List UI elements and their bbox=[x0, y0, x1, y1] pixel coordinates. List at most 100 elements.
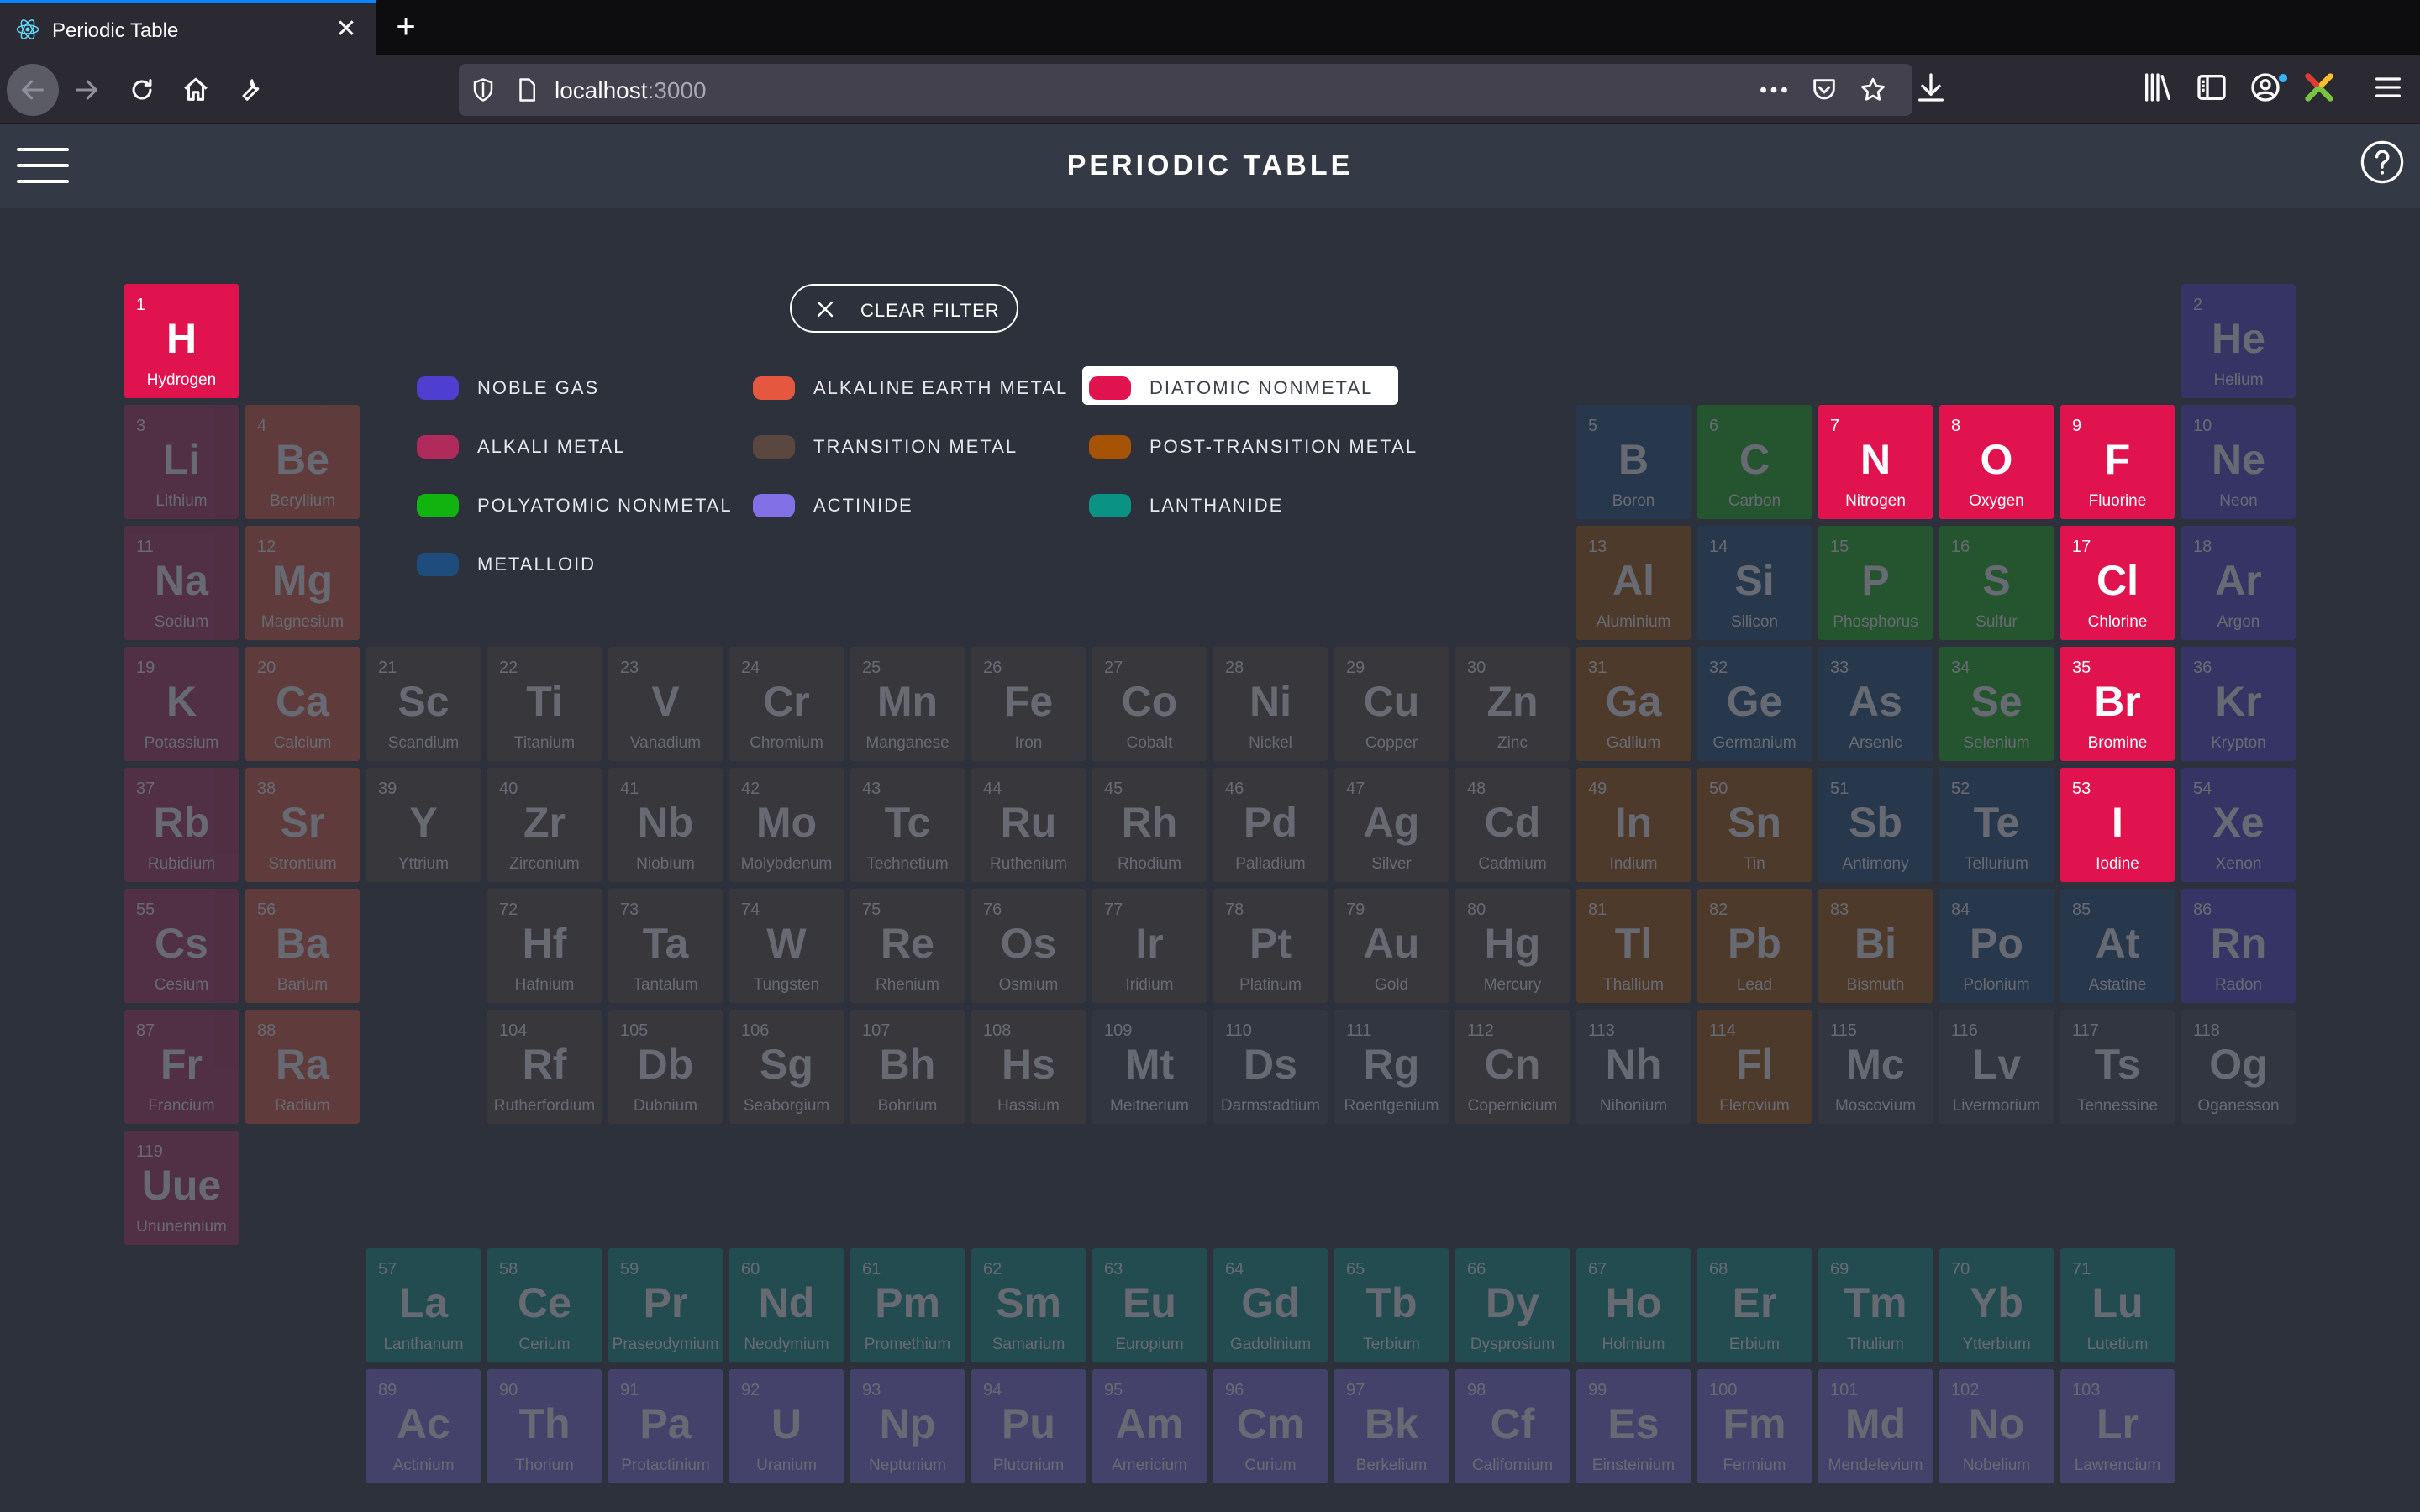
close-tab-icon[interactable]: ✕ bbox=[334, 17, 358, 42]
element-tile-lutetium[interactable]: 71 Lu Lutetium bbox=[2060, 1248, 2175, 1362]
element-tile-thulium[interactable]: 69 Tm Thulium bbox=[1818, 1248, 1933, 1362]
element-tile-osmium[interactable]: 76 Os Osmium bbox=[971, 889, 1086, 1003]
element-tile-roentgenium[interactable]: 111 Rg Roentgenium bbox=[1334, 1010, 1449, 1124]
element-tile-lithium[interactable]: 3 Li Lithium bbox=[124, 405, 239, 519]
element-tile-nobelium[interactable]: 102 No Nobelium bbox=[1939, 1369, 2054, 1483]
element-tile-helium[interactable]: 2 He Helium bbox=[2181, 284, 2296, 398]
element-tile-europium[interactable]: 63 Eu Europium bbox=[1092, 1248, 1207, 1362]
legend-item-metalloid[interactable]: METALLOID bbox=[410, 543, 721, 581]
back-button[interactable] bbox=[7, 64, 59, 116]
element-tile-palladium[interactable]: 46 Pd Palladium bbox=[1213, 768, 1328, 882]
element-tile-arsenic[interactable]: 33 As Arsenic bbox=[1818, 647, 1933, 761]
element-tile-neon[interactable]: 10 Ne Neon bbox=[2181, 405, 2296, 519]
element-tile-nihonium[interactable]: 113 Nh Nihonium bbox=[1576, 1010, 1691, 1124]
element-tile-tungsten[interactable]: 74 W Tungsten bbox=[729, 889, 844, 1003]
element-tile-rhenium[interactable]: 75 Re Rhenium bbox=[850, 889, 965, 1003]
element-tile-lawrencium[interactable]: 103 Lr Lawrencium bbox=[2060, 1369, 2175, 1483]
element-tile-holmium[interactable]: 67 Ho Holmium bbox=[1576, 1248, 1691, 1362]
app-menu-icon[interactable] bbox=[2371, 71, 2405, 104]
element-tile-terbium[interactable]: 65 Tb Terbium bbox=[1334, 1248, 1449, 1362]
element-tile-oxygen[interactable]: 8 O Oxygen bbox=[1939, 405, 2054, 519]
element-tile-protactinium[interactable]: 91 Pa Protactinium bbox=[608, 1369, 723, 1483]
new-tab-icon[interactable]: + bbox=[388, 10, 424, 45]
element-tile-praseodymium[interactable]: 59 Pr Praseodymium bbox=[608, 1248, 723, 1362]
element-tile-cadmium[interactable]: 48 Cd Cadmium bbox=[1455, 768, 1570, 882]
element-tile-americium[interactable]: 95 Am Americium bbox=[1092, 1369, 1207, 1483]
element-tile-radium[interactable]: 88 Ra Radium bbox=[245, 1010, 360, 1124]
legend-item-alkali-metal[interactable]: ALKALI METAL bbox=[410, 425, 721, 464]
element-tile-dubnium[interactable]: 105 Db Dubnium bbox=[608, 1010, 723, 1124]
legend-item-post-transition-metal[interactable]: POST-TRANSITION METAL bbox=[1082, 425, 1416, 464]
element-tile-ruthenium[interactable]: 44 Ru Ruthenium bbox=[971, 768, 1086, 882]
element-tile-tin[interactable]: 50 Sn Tin bbox=[1697, 768, 1812, 882]
element-tile-hydrogen[interactable]: 1 H Hydrogen bbox=[124, 284, 239, 398]
element-tile-mercury[interactable]: 80 Hg Mercury bbox=[1455, 889, 1570, 1003]
element-tile-seaborgium[interactable]: 106 Sg Seaborgium bbox=[729, 1010, 844, 1124]
element-tile-ununennium[interactable]: 119 Uue Ununennium bbox=[124, 1131, 239, 1245]
element-tile-plutonium[interactable]: 94 Pu Plutonium bbox=[971, 1369, 1086, 1483]
clear-filter-button[interactable]: CLEAR FILTER bbox=[790, 284, 1018, 333]
element-tile-moscovium[interactable]: 115 Mc Moscovium bbox=[1818, 1010, 1933, 1124]
extension-icon[interactable] bbox=[2302, 71, 2336, 104]
element-tile-erbium[interactable]: 68 Er Erbium bbox=[1697, 1248, 1812, 1362]
element-tile-bromine[interactable]: 35 Br Bromine bbox=[2060, 647, 2175, 761]
element-tile-copernicium[interactable]: 112 Cn Copernicium bbox=[1455, 1010, 1570, 1124]
element-tile-phosphorus[interactable]: 15 P Phosphorus bbox=[1818, 526, 1933, 640]
element-tile-manganese[interactable]: 25 Mn Manganese bbox=[850, 647, 965, 761]
element-tile-silicon[interactable]: 14 Si Silicon bbox=[1697, 526, 1812, 640]
element-tile-promethium[interactable]: 61 Pm Promethium bbox=[850, 1248, 965, 1362]
element-tile-thorium[interactable]: 90 Th Thorium bbox=[487, 1369, 602, 1483]
library-icon[interactable] bbox=[2141, 71, 2175, 104]
element-tile-potassium[interactable]: 19 K Potassium bbox=[124, 647, 239, 761]
element-tile-platinum[interactable]: 78 Pt Platinum bbox=[1213, 889, 1328, 1003]
more-actions-icon[interactable] bbox=[1760, 77, 1788, 102]
element-tile-vanadium[interactable]: 23 V Vanadium bbox=[608, 647, 723, 761]
url-text[interactable]: localhost:3000 bbox=[555, 77, 707, 104]
element-tile-einsteinium[interactable]: 99 Es Einsteinium bbox=[1576, 1369, 1691, 1483]
element-tile-dysprosium[interactable]: 66 Dy Dysprosium bbox=[1455, 1248, 1570, 1362]
element-tile-carbon[interactable]: 6 C Carbon bbox=[1697, 405, 1812, 519]
element-tile-xenon[interactable]: 54 Xe Xenon bbox=[2181, 768, 2296, 882]
element-tile-nickel[interactable]: 28 Ni Nickel bbox=[1213, 647, 1328, 761]
element-tile-fluorine[interactable]: 9 F Fluorine bbox=[2060, 405, 2175, 519]
element-tile-beryllium[interactable]: 4 Be Beryllium bbox=[245, 405, 360, 519]
element-tile-krypton[interactable]: 36 Kr Krypton bbox=[2181, 647, 2296, 761]
element-tile-cobalt[interactable]: 27 Co Cobalt bbox=[1092, 647, 1207, 761]
element-tile-magnesium[interactable]: 12 Mg Magnesium bbox=[245, 526, 360, 640]
element-tile-tennessine[interactable]: 117 Ts Tennessine bbox=[2060, 1010, 2175, 1124]
element-tile-chromium[interactable]: 24 Cr Chromium bbox=[729, 647, 844, 761]
element-tile-tellurium[interactable]: 52 Te Tellurium bbox=[1939, 768, 2054, 882]
element-tile-astatine[interactable]: 85 At Astatine bbox=[2060, 889, 2175, 1003]
element-tile-lanthanum[interactable]: 57 La Lanthanum bbox=[366, 1248, 481, 1362]
legend-item-diatomic-nonmetal[interactable]: DIATOMIC NONMETAL bbox=[1082, 366, 1398, 405]
browser-tab[interactable]: Periodic Table ✕ bbox=[0, 0, 376, 55]
sidebar-icon[interactable] bbox=[2195, 71, 2228, 104]
element-tile-radon[interactable]: 86 Rn Radon bbox=[2181, 889, 2296, 1003]
home-button[interactable] bbox=[170, 64, 222, 116]
element-tile-bismuth[interactable]: 83 Bi Bismuth bbox=[1818, 889, 1933, 1003]
element-tile-uranium[interactable]: 92 U Uranium bbox=[729, 1369, 844, 1483]
element-tile-cesium[interactable]: 55 Cs Cesium bbox=[124, 889, 239, 1003]
element-tile-zinc[interactable]: 30 Zn Zinc bbox=[1455, 647, 1570, 761]
element-tile-thallium[interactable]: 81 Tl Thallium bbox=[1576, 889, 1691, 1003]
bookmark-star-icon[interactable] bbox=[1859, 76, 1887, 104]
element-tile-hafnium[interactable]: 72 Hf Hafnium bbox=[487, 889, 602, 1003]
element-tile-germanium[interactable]: 32 Ge Germanium bbox=[1697, 647, 1812, 761]
download-icon[interactable] bbox=[1914, 71, 1948, 104]
element-tile-californium[interactable]: 98 Cf Californium bbox=[1455, 1369, 1570, 1483]
element-tile-bohrium[interactable]: 107 Bh Bohrium bbox=[850, 1010, 965, 1124]
legend-item-actinide[interactable]: ACTINIDE bbox=[746, 484, 1057, 522]
reload-button[interactable] bbox=[116, 64, 168, 116]
element-tile-gadolinium[interactable]: 64 Gd Gadolinium bbox=[1213, 1248, 1328, 1362]
element-tile-titanium[interactable]: 22 Ti Titanium bbox=[487, 647, 602, 761]
element-tile-neodymium[interactable]: 60 Nd Neodymium bbox=[729, 1248, 844, 1362]
element-tile-zirconium[interactable]: 40 Zr Zirconium bbox=[487, 768, 602, 882]
account-icon[interactable] bbox=[2249, 71, 2282, 104]
element-tile-yttrium[interactable]: 39 Y Yttrium bbox=[366, 768, 481, 882]
element-tile-ytterbium[interactable]: 70 Yb Ytterbium bbox=[1939, 1248, 2054, 1362]
element-tile-technetium[interactable]: 43 Tc Technetium bbox=[850, 768, 965, 882]
element-tile-argon[interactable]: 18 Ar Argon bbox=[2181, 526, 2296, 640]
element-tile-iodine[interactable]: 53 I Iodine bbox=[2060, 768, 2175, 882]
element-tile-tantalum[interactable]: 73 Ta Tantalum bbox=[608, 889, 723, 1003]
element-tile-niobium[interactable]: 41 Nb Niobium bbox=[608, 768, 723, 882]
